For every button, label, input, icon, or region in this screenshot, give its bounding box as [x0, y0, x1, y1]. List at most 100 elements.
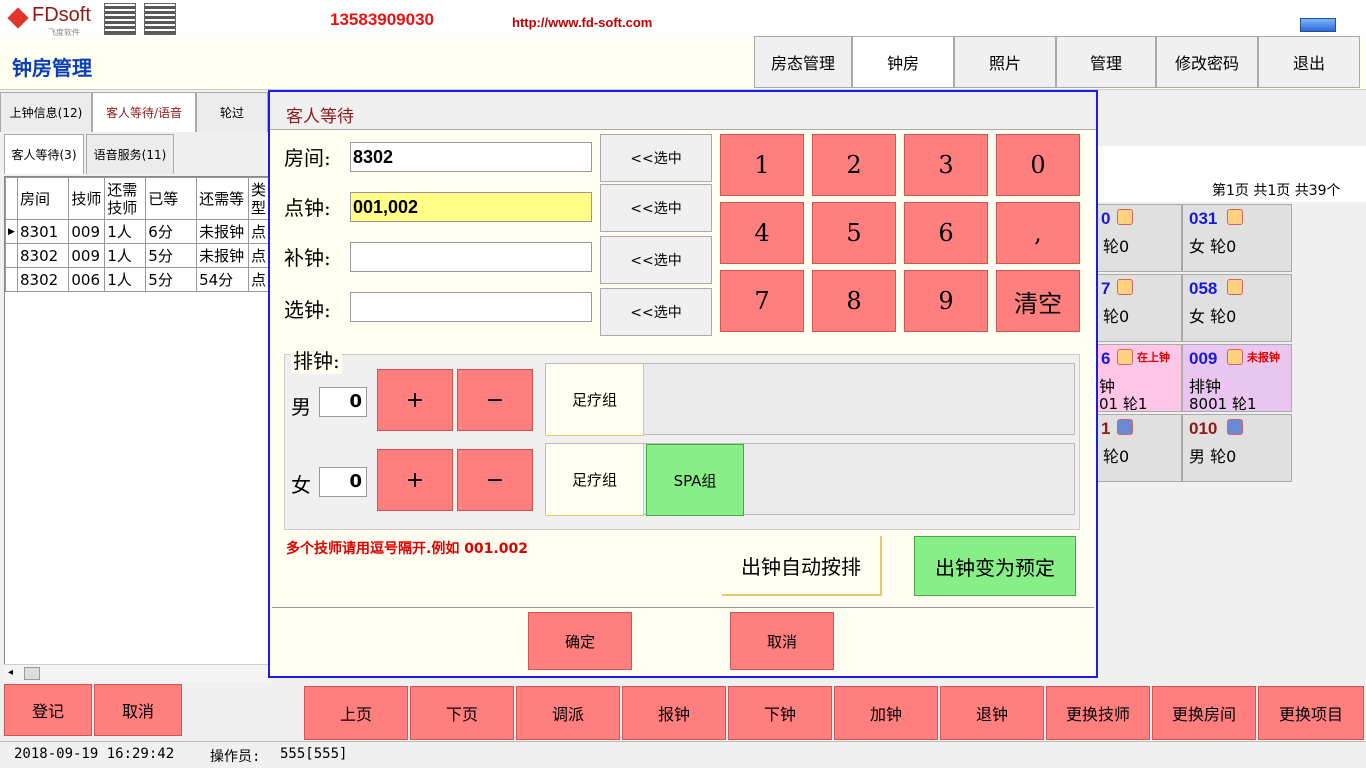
tech-number: 058 — [1189, 279, 1218, 298]
table-row[interactable]: 8302 006 1人 5分 54分 点 — [5, 267, 270, 292]
fdsoft-logo: FDsoft 飞度软件 — [7, 4, 98, 37]
key-9[interactable]: 9 — [904, 270, 988, 332]
key-comma[interactable]: , — [996, 202, 1080, 264]
female-group-area: 足疗组 SPA组 — [545, 443, 1075, 516]
key-clear[interactable]: 清空 — [996, 270, 1080, 332]
male-group-foot[interactable]: 足疗组 — [546, 364, 644, 436]
nav-change-password[interactable]: 修改密码 — [1156, 36, 1258, 88]
tab-voice-service[interactable]: 语音服务(11) — [86, 134, 174, 174]
left-cancel-button[interactable]: 取消 — [94, 684, 182, 736]
male-label: 男 — [291, 395, 311, 419]
male-minus-button[interactable]: − — [457, 369, 533, 431]
nav-clock-room[interactable]: 钟房 — [852, 36, 954, 88]
choose-clock-input[interactable] — [350, 292, 592, 322]
key-1[interactable]: 1 — [720, 134, 804, 196]
window-icon[interactable] — [1300, 18, 1336, 32]
change-room-button[interactable]: 更换房间 — [1152, 686, 1256, 740]
add-clock-input[interactable] — [350, 242, 592, 272]
off-clock-button[interactable]: 下钟 — [728, 686, 832, 740]
room-input[interactable]: 8302 — [350, 142, 592, 172]
logo-diamond-icon — [7, 7, 29, 29]
register-button[interactable]: 登记 — [4, 684, 92, 736]
tech-number: 6 — [1101, 349, 1111, 368]
tech-number: 1 — [1101, 419, 1111, 438]
operator-label: 操作员: — [210, 749, 261, 765]
table-row[interactable]: 8302 009 1人 5分 未报钟 点 — [5, 243, 270, 268]
select-point-button[interactable]: <<选中 — [600, 184, 712, 232]
scroll-left-icon[interactable]: ◂ — [8, 667, 13, 678]
horizontal-scrollbar[interactable]: ◂ — [4, 664, 270, 682]
website-link[interactable]: http://www.fd-soft.com — [512, 15, 652, 30]
page-title: 钟房管理 — [12, 56, 92, 80]
key-6[interactable]: 6 — [904, 202, 988, 264]
tech-card[interactable]: 010 男 轮0 — [1182, 414, 1292, 482]
add-clock-label: 补钟: — [284, 246, 331, 270]
nav-exit[interactable]: 退出 — [1258, 36, 1360, 88]
room-label: 房间: — [284, 146, 331, 170]
key-3[interactable]: 3 — [904, 134, 988, 196]
confirm-button[interactable]: 确定 — [528, 612, 632, 670]
tech-card[interactable]: 009 未报钟 排钟 8001 轮1 — [1182, 344, 1292, 413]
male-plus-button[interactable]: + — [377, 369, 453, 431]
change-tech-button[interactable]: 更换技师 — [1046, 686, 1150, 740]
tech-line2: 男 轮0 — [1189, 447, 1237, 466]
convert-preset-button[interactable]: 出钟变为预定 — [914, 536, 1076, 596]
return-clock-button[interactable]: 退钟 — [940, 686, 1044, 740]
row-indicator — [5, 243, 18, 268]
female-group-spa[interactable]: SPA组 — [646, 444, 744, 516]
female-count[interactable]: 0 — [319, 467, 367, 497]
table-row[interactable]: ▶ 8301 009 1人 6分 未报钟 点 — [5, 219, 270, 244]
change-item-button[interactable]: 更换项目 — [1258, 686, 1364, 740]
status-badge: 未报钟 — [1247, 351, 1280, 364]
female-minus-button[interactable]: − — [457, 449, 533, 511]
operator-value: 555[555] — [280, 746, 348, 762]
tab-guest-waiting-voice[interactable]: 客人等待/语音 — [92, 92, 196, 132]
select-choose-button[interactable]: <<选中 — [600, 288, 712, 336]
female-group-foot[interactable]: 足疗组 — [546, 444, 644, 516]
avatar-female-icon — [1117, 209, 1133, 225]
tab-skipped[interactable]: 轮过 — [196, 92, 268, 132]
tab-guest-waiting[interactable]: 客人等待(3) — [4, 134, 84, 174]
logo-subtext: 飞度软件 — [48, 28, 80, 37]
col-type: 类型 — [247, 177, 270, 220]
report-clock-button[interactable]: 报钟 — [622, 686, 726, 740]
qr-code-icon — [144, 3, 176, 35]
dialog-cancel-button[interactable]: 取消 — [730, 612, 834, 670]
nav-room-status[interactable]: 房态管理 — [754, 36, 852, 88]
auto-arrange-button[interactable]: 出钟自动按排 — [722, 536, 882, 596]
qr-code-icon — [104, 3, 136, 35]
nav-photo[interactable]: 照片 — [954, 36, 1056, 88]
key-5[interactable]: 5 — [812, 202, 896, 264]
tech-line2: 轮0 — [1103, 307, 1130, 326]
point-clock-input[interactable]: 001,002 — [350, 192, 592, 222]
select-room-button[interactable]: <<选中 — [600, 134, 712, 182]
tech-line2: 轮0 — [1103, 447, 1130, 466]
key-2[interactable]: 2 — [812, 134, 896, 196]
male-count[interactable]: 0 — [319, 387, 367, 417]
key-0[interactable]: 0 — [996, 134, 1080, 196]
tech-number: 031 — [1189, 209, 1218, 228]
next-page-button[interactable]: 下页 — [410, 686, 514, 740]
prev-page-button[interactable]: 上页 — [304, 686, 408, 740]
tab-on-clock-info[interactable]: 上钟信息(12) — [0, 92, 92, 132]
key-7[interactable]: 7 — [720, 270, 804, 332]
avatar-female-icon — [1117, 279, 1133, 295]
male-group-area: 足疗组 — [545, 363, 1075, 436]
cell-need: 1人 — [104, 243, 147, 268]
tech-card[interactable]: 031 女 轮0 — [1182, 204, 1292, 272]
select-add-button[interactable]: <<选中 — [600, 236, 712, 284]
nav-manage[interactable]: 管理 — [1056, 36, 1156, 88]
dispatch-button[interactable]: 调派 — [516, 686, 620, 740]
cell-waited: 5分 — [145, 267, 198, 292]
female-plus-button[interactable]: + — [377, 449, 453, 511]
tech-number: 0 — [1101, 209, 1111, 228]
tech-number: 009 — [1189, 349, 1218, 368]
add-clock-button[interactable]: 加钟 — [834, 686, 938, 740]
avatar-male-icon — [1227, 419, 1243, 435]
avatar-female-icon — [1227, 349, 1243, 365]
key-4[interactable]: 4 — [720, 202, 804, 264]
current-row-arrow-icon: ▶ — [5, 219, 18, 244]
tech-card[interactable]: 058 女 轮0 — [1182, 274, 1292, 342]
scroll-thumb[interactable] — [24, 667, 40, 680]
key-8[interactable]: 8 — [812, 270, 896, 332]
